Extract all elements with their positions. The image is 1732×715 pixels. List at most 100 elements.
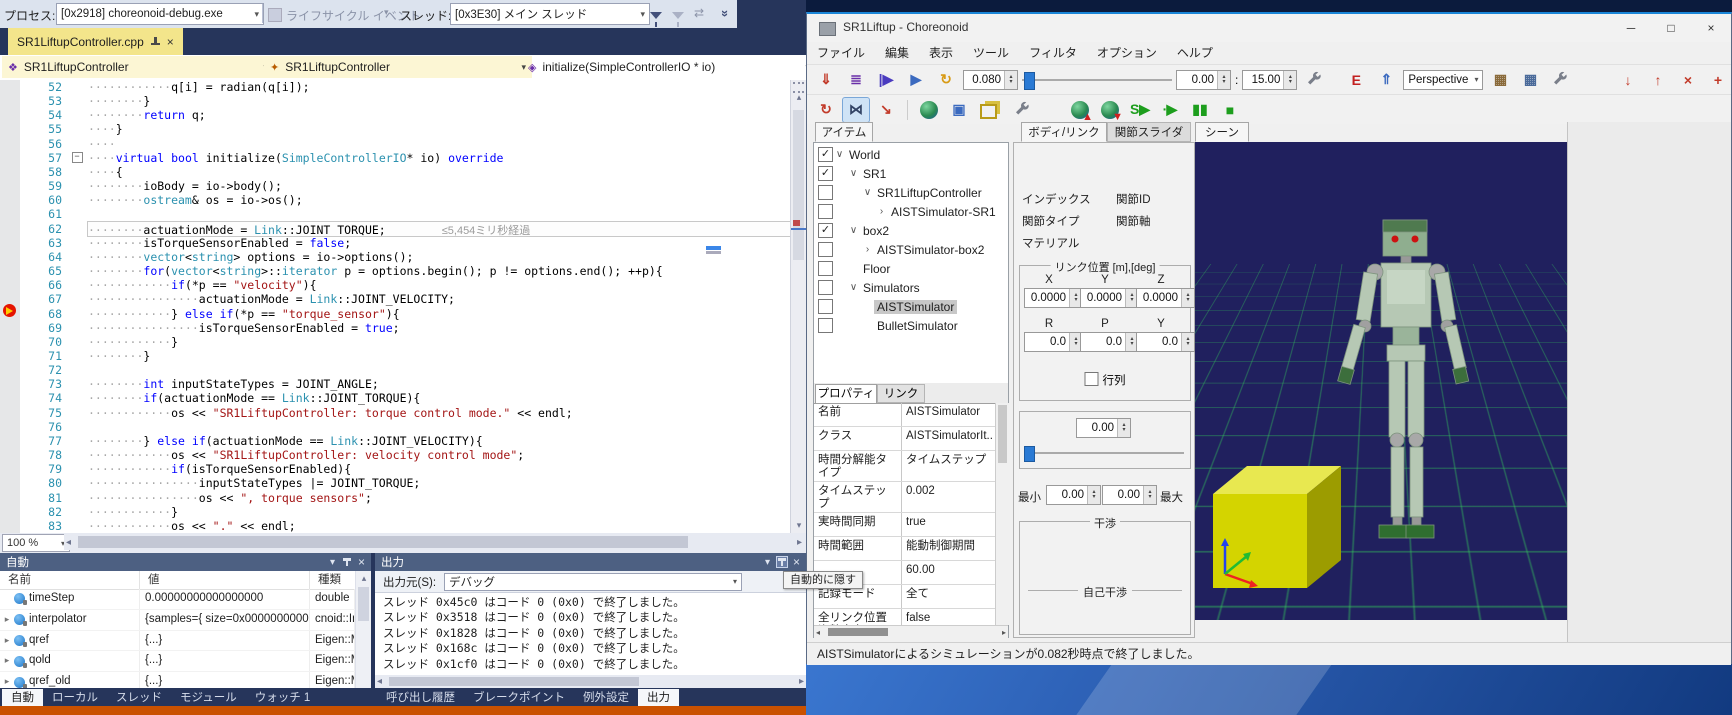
scrollbar-thumb[interactable]	[389, 677, 639, 686]
expand-arrow-icon[interactable]: ▸	[0, 672, 14, 688]
code-line[interactable]: ············}	[88, 335, 790, 349]
checkbox-icon[interactable]	[818, 242, 833, 257]
output-log[interactable]: スレッド 0x45c0 はコード 0 (0x0) で終了しました。スレッド 0x…	[375, 595, 806, 675]
code-lines[interactable]: ············q[i] = radian(q[i]);········…	[88, 80, 790, 533]
joint-slider-track[interactable]	[1026, 452, 1184, 454]
save-project-icon[interactable]: ⇓	[813, 68, 839, 92]
checkbox-icon[interactable]	[1085, 372, 1099, 386]
menu-0[interactable]: ファイル	[807, 42, 875, 64]
title-bar[interactable]: SR1Liftup - Choreonoid ─ □ ×	[807, 14, 1731, 42]
column-header-type[interactable]: 種類	[310, 571, 355, 589]
refresh-icon[interactable]: ↻	[933, 68, 959, 92]
output-tab-1[interactable]: ブレークポイント	[464, 689, 574, 707]
property-row[interactable]: 時間分解能タイプタイムステップ	[814, 451, 995, 482]
watch-row[interactable]: ▸qref_old{...}Eigen::Mat	[0, 672, 355, 688]
watch-row[interactable]: ▸qref{...}Eigen::Mat	[0, 631, 355, 652]
code-line[interactable]: ················inputStateTypes |= JOINT…	[88, 476, 790, 490]
code-line[interactable]: ················os << ", torque sensors"…	[88, 491, 790, 505]
watch-row[interactable]: timeStep0.00000000000000000double	[0, 589, 355, 610]
flatten-icon[interactable]: ⇄	[694, 6, 704, 20]
code-line[interactable]: ············if(*p == "velocity"){	[88, 278, 790, 292]
scene-config-button[interactable]	[1547, 68, 1573, 92]
tab-items[interactable]: アイテム	[815, 122, 873, 142]
code-line[interactable]: ····}	[88, 122, 790, 136]
code-line[interactable]: ········}	[88, 349, 790, 363]
spin-arrows-icon[interactable]: ▴▾	[1181, 289, 1194, 307]
slider-handle[interactable]	[1024, 72, 1035, 90]
reload-items-icon[interactable]: ≣	[843, 68, 869, 92]
zoom-dropdown[interactable]: 100 % ▾	[2, 534, 70, 552]
projection-icon[interactable]: ▦	[1517, 68, 1543, 92]
code-line[interactable]	[88, 363, 790, 377]
window-menu-icon[interactable]: ▾	[330, 557, 335, 568]
watch-row[interactable]: ▸qold{...}Eigen::Mat	[0, 651, 355, 672]
property-row[interactable]: 全リンク位置姿勢出力false	[814, 609, 995, 625]
joint-angle-spinbox[interactable]: 0.00▴▾	[1076, 418, 1131, 438]
code-line[interactable]: ········ioBody = io->body();	[88, 179, 790, 193]
axis-spinbox-x[interactable]: 0.0000▴▾	[1024, 288, 1083, 308]
axis-spinbox-y[interactable]: 0.0▴▾	[1136, 332, 1195, 352]
code-line[interactable]: ········}	[88, 94, 790, 108]
inverse-kinematics-icon[interactable]: ↘	[873, 98, 899, 122]
stop-simulation-button[interactable]: ■	[1217, 98, 1243, 122]
spin-arrows-icon[interactable]: ▴▾	[1217, 71, 1230, 89]
output-source-dropdown[interactable]: デバッグ ▾	[444, 573, 742, 591]
code-line[interactable]: ········ostream& os = io->os();	[88, 193, 790, 207]
code-line[interactable]: ········actuationMode = Link::JOINT_TORQ…	[88, 222, 790, 236]
code-line[interactable]: ················isTorqueSensorEnabled = …	[88, 321, 790, 335]
code-line[interactable]: ····{	[88, 165, 790, 179]
spin-down-icon[interactable]: ▾	[1130, 298, 1133, 303]
expand-arrow-icon[interactable]: ›	[861, 244, 874, 255]
debug-tab-1[interactable]: ローカル	[43, 689, 107, 707]
checkbox-icon[interactable]	[818, 318, 833, 333]
property-row[interactable]: タイムステップ0.002	[814, 482, 995, 513]
timestep-spinbox[interactable]: 0.080▴▾	[963, 70, 1018, 90]
maximize-button[interactable]: □	[1651, 14, 1691, 42]
copy-icon[interactable]	[980, 104, 997, 119]
close-button[interactable]: ×	[1691, 14, 1731, 42]
spin-down-icon[interactable]: ▾	[1074, 342, 1077, 347]
tree-item[interactable]: ›AISTSimulator-box2	[814, 240, 1008, 259]
debug-tab-3[interactable]: モジュール	[171, 689, 246, 707]
detach-icon[interactable]: ×	[1675, 68, 1701, 92]
code-line[interactable]: ········isTorqueSensorEnabled = false;	[88, 236, 790, 250]
column-header-value[interactable]: 値	[140, 571, 310, 589]
filter-icon[interactable]	[650, 8, 662, 27]
column-header-name[interactable]: 名前	[0, 571, 140, 589]
menu-2[interactable]: 表示	[919, 42, 963, 64]
close-icon[interactable]: ×	[167, 35, 174, 49]
scrollbar-thumb[interactable]	[828, 628, 888, 636]
checkbox-icon[interactable]: ✓	[818, 147, 833, 162]
spin-down-icon[interactable]: ▾	[1289, 80, 1292, 85]
scroll-left-icon[interactable]: ◂	[377, 676, 382, 687]
checkbox-icon[interactable]	[818, 185, 833, 200]
expand-arrow-icon[interactable]: ∨	[847, 282, 860, 293]
autos-vertical-scrollbar[interactable]: ▴	[355, 571, 372, 688]
spin-down-icon[interactable]: ▾	[1222, 80, 1225, 85]
checkbox-icon[interactable]	[818, 280, 833, 295]
tab-scene[interactable]: シーン	[1195, 122, 1249, 142]
expand-arrow-icon[interactable]: ▸	[0, 610, 14, 630]
code-line[interactable]: ········} else if(actuationMode == Link:…	[88, 434, 790, 448]
menu-5[interactable]: オプション	[1087, 42, 1167, 64]
marker-cross-icon[interactable]: +	[1705, 68, 1731, 92]
scroll-up-icon[interactable]: ▴	[791, 92, 807, 103]
robot-wrench-icon[interactable]: ↓	[1615, 68, 1641, 92]
resume-simulation-button[interactable]: ∙▶	[1157, 98, 1183, 122]
property-row[interactable]: クラスAISTSimulatorIt..	[814, 427, 995, 451]
scroll-right-icon[interactable]: ▸	[797, 537, 802, 548]
property-row[interactable]: 時間範囲能動制御期間	[814, 537, 995, 561]
output-tab-2[interactable]: 例外設定	[574, 689, 638, 707]
output-horizontal-scrollbar[interactable]: ◂ ▸	[375, 675, 806, 688]
kinematics-toggle-icon[interactable]: ↻	[813, 98, 839, 122]
pin-icon[interactable]	[151, 37, 160, 46]
code-line[interactable]: ········int inputStateTypes = JOINT_ANGL…	[88, 377, 790, 391]
code-line[interactable]: ········if(actuationMode == Link::JOINT_…	[88, 391, 790, 405]
expand-arrow-icon[interactable]: ▸	[0, 631, 14, 651]
spin-arrows-icon[interactable]: ▴▾	[1181, 333, 1194, 351]
code-line[interactable]: ········vector<string> options = io->opt…	[88, 250, 790, 264]
scroll-left-icon[interactable]: ◂	[66, 537, 71, 548]
tab-link[interactable]: リンク	[877, 384, 925, 403]
property-row[interactable]: 実時間同期true	[814, 513, 995, 537]
scroll-down-icon[interactable]: ▾	[791, 520, 807, 531]
